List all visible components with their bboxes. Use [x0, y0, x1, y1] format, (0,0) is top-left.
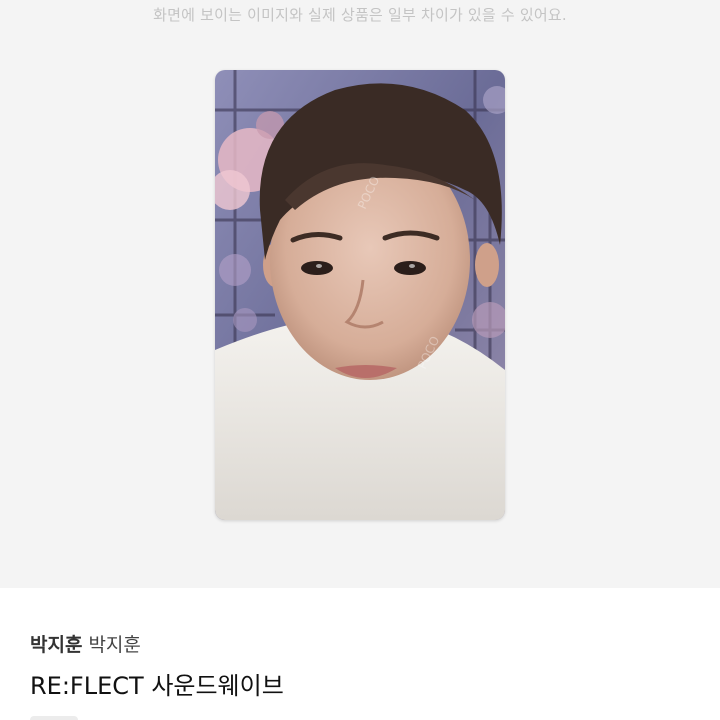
photocard-image[interactable]: POCO POCO	[215, 70, 505, 520]
tag-chip[interactable]	[30, 716, 78, 720]
photocard-photo: POCO POCO	[215, 70, 505, 520]
artist-name[interactable]: 박지훈	[30, 634, 82, 656]
product-detail-page: 화면에 보이는 이미지와 실제 상품은 일부 차이가 있을 수 있어요. POC…	[0, 0, 720, 720]
image-preview-area: 화면에 보이는 이미지와 실제 상품은 일부 차이가 있을 수 있어요. POC…	[0, 0, 720, 588]
product-info-section: 박지훈 박지훈 RE:FLECT 사운드웨이브	[0, 588, 720, 720]
product-title: RE:FLECT 사운드웨이브	[30, 672, 284, 700]
artist-row: 박지훈 박지훈	[30, 630, 141, 657]
member-name[interactable]: 박지훈	[88, 634, 140, 656]
image-disclaimer: 화면에 보이는 이미지와 실제 상품은 일부 차이가 있을 수 있어요.	[153, 6, 567, 24]
